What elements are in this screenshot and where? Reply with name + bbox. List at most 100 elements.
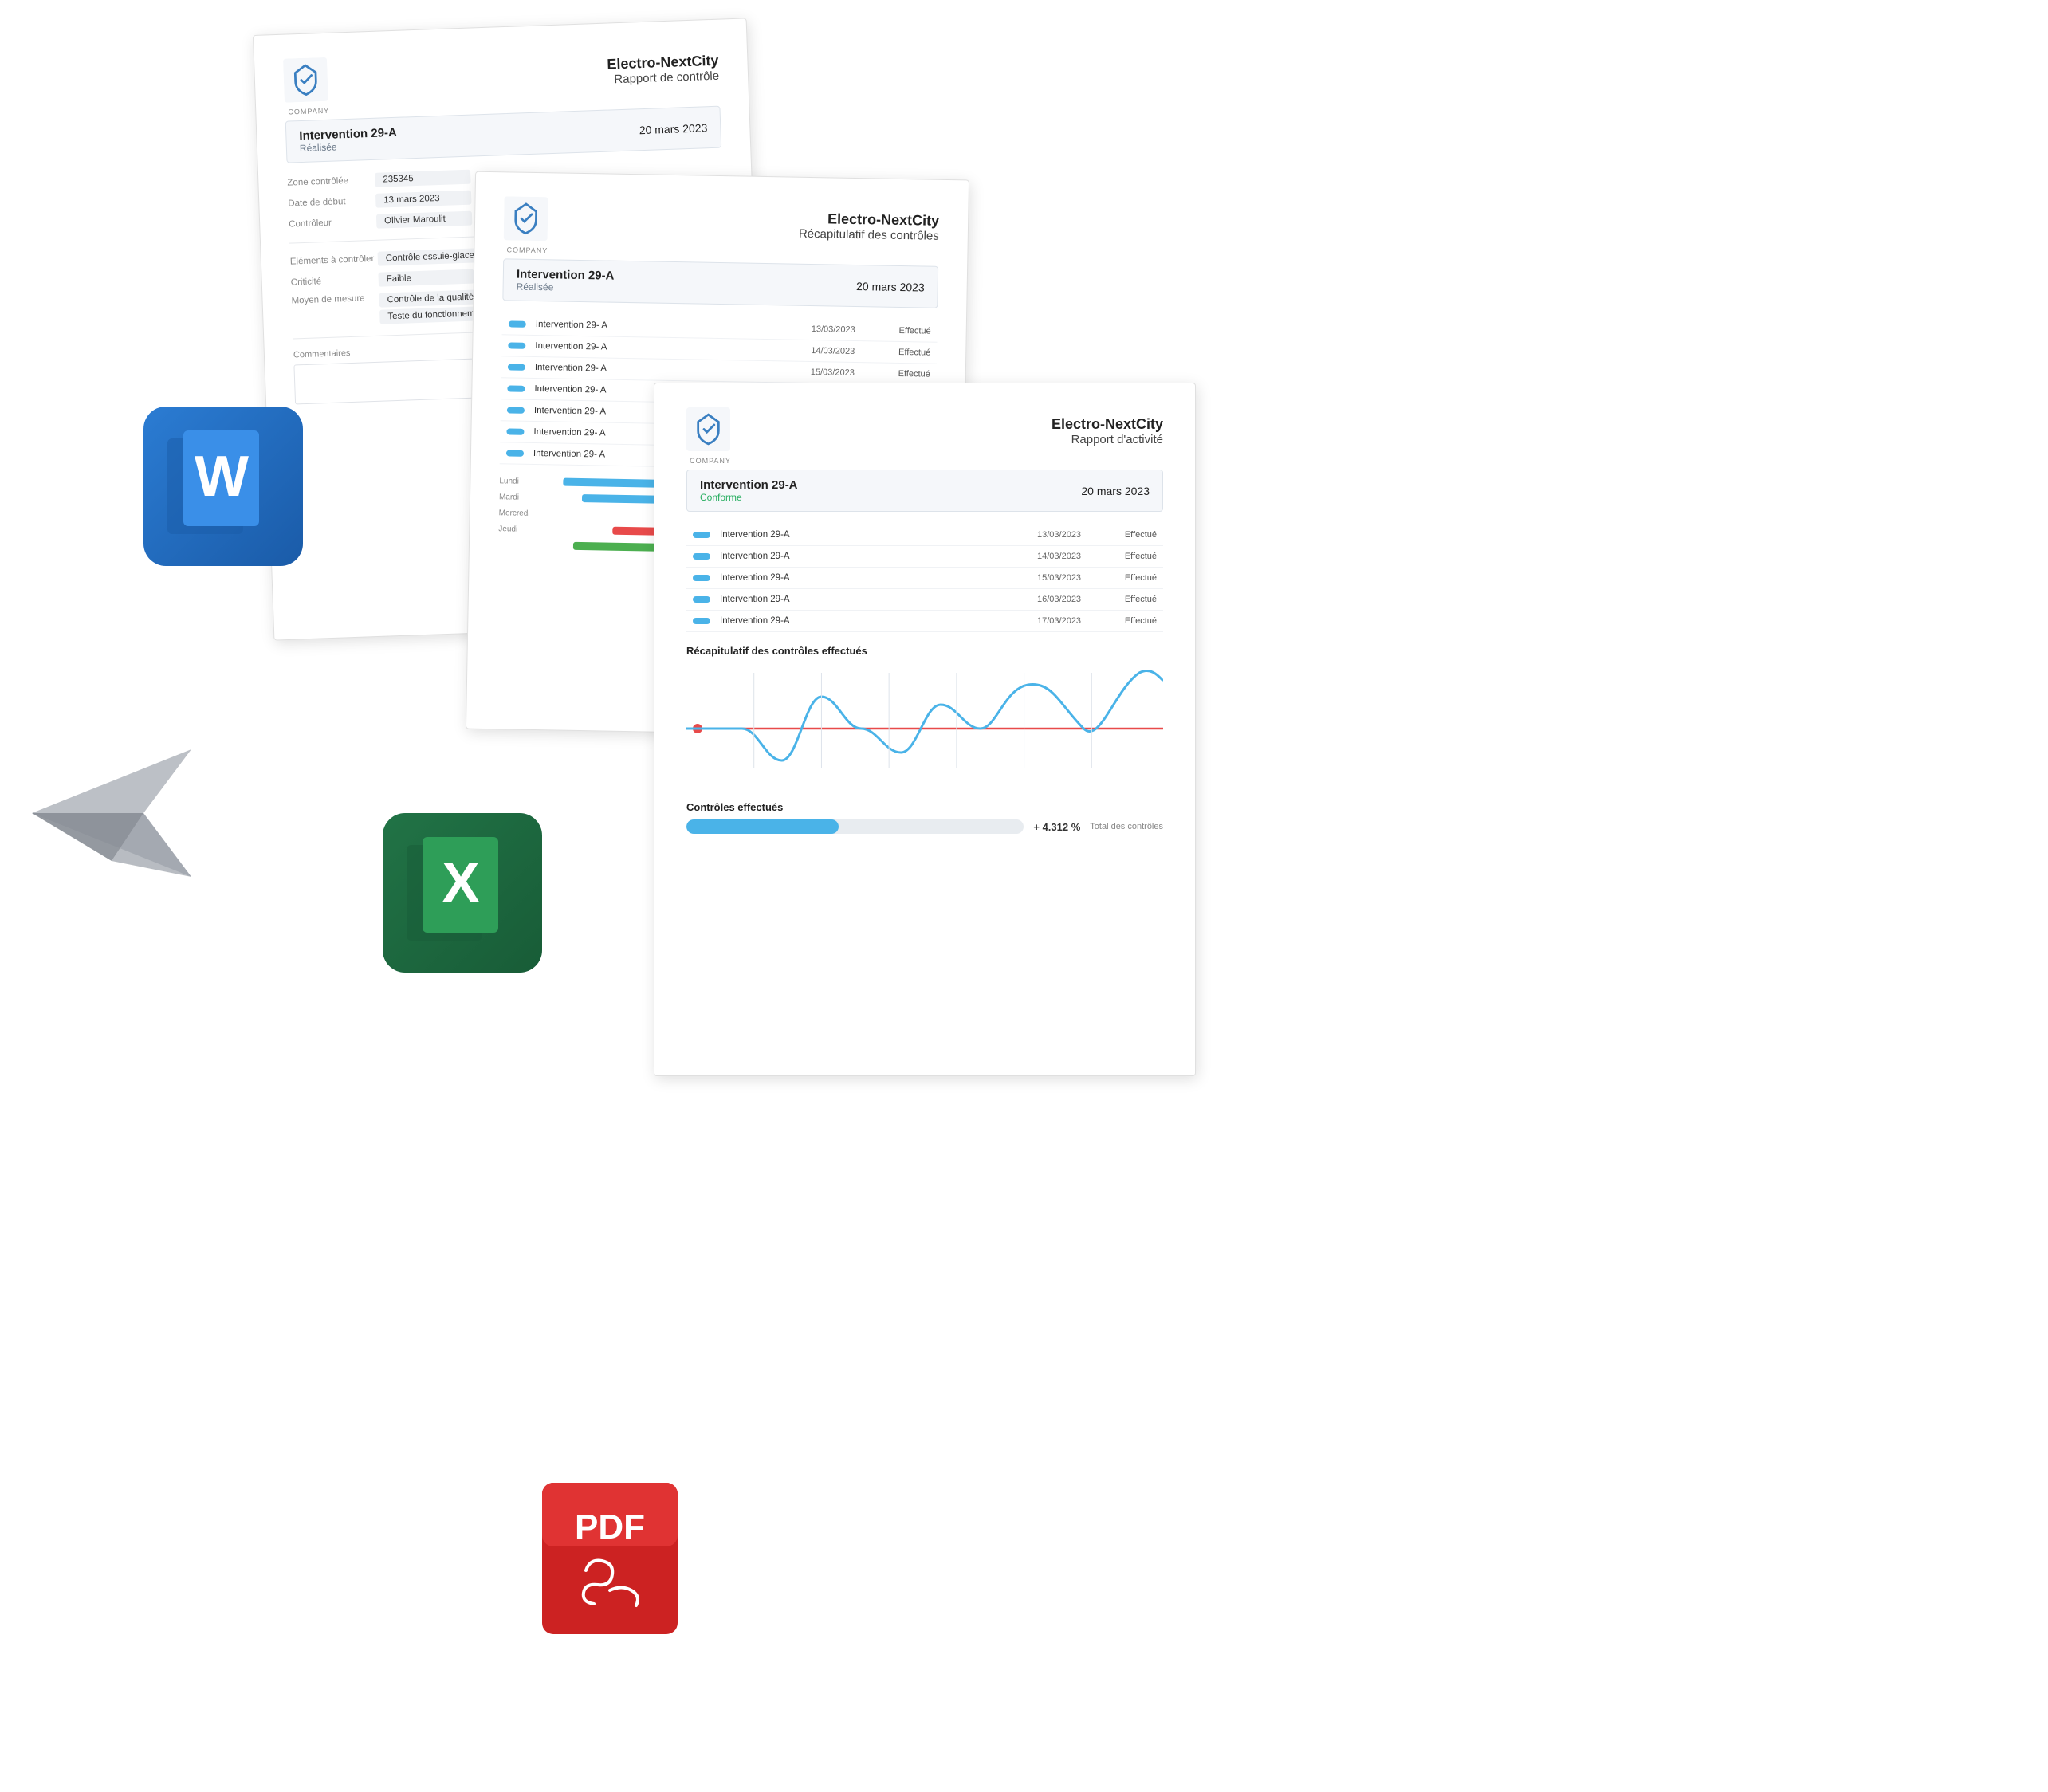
check-date: 17/03/2023 — [1037, 616, 1101, 626]
svg-text:W: W — [195, 445, 249, 509]
check-status: Effectué — [1101, 573, 1157, 583]
field-elements-value: Contrôle essuie-glace — [378, 248, 483, 266]
doc3-controls-bar-fill — [686, 819, 839, 834]
gantt-label: Jeudi — [498, 525, 542, 534]
doc1-logo: COMPANY — [283, 57, 332, 107]
doc1-intervention-info: Intervention 29-A Réalisée — [299, 126, 398, 154]
field-elements-label: Eléments à contrôler — [290, 254, 378, 267]
doc2-status: Réalisée — [517, 281, 615, 294]
field-mesure-label: Moyen de mesure — [291, 293, 379, 306]
check-indicator — [506, 450, 524, 456]
field-zone-value: 235345 — [375, 170, 471, 187]
doc3-subtitle: Rapport d'activité — [749, 433, 1163, 446]
gantt-label: Mardi — [499, 493, 543, 502]
doc-rapport-activite: COMPANY Electro-NextCity Rapport d'activ… — [654, 383, 1196, 1076]
doc3-check-row: Intervention 29-A 14/03/2023 Effectué — [686, 546, 1163, 568]
paper-plane-icon — [16, 733, 207, 897]
field-debut-value: 13 mars 2023 — [375, 191, 472, 208]
doc3-controls-bar-bg — [686, 819, 1024, 834]
doc1-status: Réalisée — [300, 140, 398, 154]
check-indicator — [506, 428, 524, 434]
check-indicator — [507, 407, 525, 413]
svg-text:X: X — [442, 851, 480, 915]
doc3-date: 20 mars 2023 — [1081, 485, 1150, 497]
doc2-title-block: Electro-NextCity Récapitulatif des contr… — [566, 206, 940, 243]
field-criticite-label: Criticité — [291, 275, 379, 288]
gantt-label — [498, 544, 542, 545]
doc3-check-row: Intervention 29-A 17/03/2023 Effectué — [686, 611, 1163, 632]
check-name: Intervention 29- A — [535, 341, 811, 356]
check-name: Intervention 29- A — [535, 363, 811, 377]
check-name: Intervention 29-A — [720, 573, 1037, 583]
doc3-controls-title: Contrôles effectués — [686, 801, 1163, 813]
field-zone-label: Zone contrôlée — [287, 175, 375, 188]
field-debut-label: Date de début — [288, 196, 375, 209]
svg-text:PDF: PDF — [575, 1507, 645, 1546]
doc1-title-block: Electro-NextCity Rapport de contrôle — [345, 53, 719, 96]
excel-app-icon: X — [383, 813, 542, 973]
word-app-icon: W — [143, 407, 303, 566]
check-name: Intervention 29-A — [720, 595, 1037, 604]
doc3-chart-area — [686, 665, 1163, 776]
doc3-controls: Contrôles effectués + 4.312 % Total des … — [686, 801, 1163, 834]
doc3-controls-bar-row: + 4.312 % Total des contrôles — [686, 819, 1163, 834]
field-controleur-label: Contrôleur — [289, 217, 376, 230]
doc3-checks: Intervention 29-A 13/03/2023 Effectué In… — [686, 525, 1163, 632]
check-indicator — [507, 385, 525, 391]
check-name: Intervention 29-A — [720, 552, 1037, 561]
doc3-controls-total: Total des contrôles — [1090, 822, 1163, 831]
doc3-header: COMPANY Electro-NextCity Rapport d'activ… — [686, 407, 1163, 455]
check-date: 14/03/2023 — [811, 346, 875, 356]
check-status: Effectué — [875, 347, 930, 357]
doc2-company-label: COMPANY — [503, 246, 551, 254]
doc3-intervention-title: Intervention 29-A — [700, 478, 798, 492]
doc3-company-name: Electro-NextCity — [749, 416, 1163, 433]
check-name: Intervention 29- A — [536, 320, 812, 334]
check-indicator — [693, 575, 710, 581]
doc2-date: 20 mars 2023 — [856, 280, 925, 293]
doc3-controls-percent: + 4.312 % — [1033, 821, 1080, 833]
check-indicator — [508, 364, 525, 370]
check-date: 13/03/2023 — [812, 324, 875, 335]
doc3-status: Conforme — [700, 492, 798, 503]
field-controleur-value: Olivier Maroulit — [376, 211, 473, 229]
doc1-date: 20 mars 2023 — [639, 121, 707, 136]
check-indicator — [509, 320, 526, 327]
gantt-label: Mercredi — [499, 509, 543, 518]
check-date: 14/03/2023 — [1037, 552, 1101, 561]
doc2-intervention-title: Intervention 29-A — [517, 268, 615, 283]
doc3-logo: COMPANY — [686, 407, 734, 455]
check-indicator — [693, 553, 710, 560]
doc3-intervention-bar: Intervention 29-A Conforme 20 mars 2023 — [686, 470, 1163, 512]
check-status: Effectué — [875, 368, 930, 379]
doc1-company-label: COMPANY — [285, 107, 332, 116]
check-name: Intervention 29-A — [720, 530, 1037, 540]
doc2-logo: COMPANY — [504, 196, 552, 245]
doc2-intervention-bar: Intervention 29-A Réalisée 20 mars 2023 — [502, 258, 938, 308]
doc3-chart: Récapitulatif des contrôles effectués — [686, 645, 1163, 776]
check-date: 13/03/2023 — [1037, 530, 1101, 540]
check-indicator — [693, 596, 710, 603]
check-date: 16/03/2023 — [1037, 595, 1101, 604]
doc3-company-label: COMPANY — [686, 457, 734, 465]
pdf-app-icon: PDF — [542, 1467, 678, 1634]
field-criticite-value: Faible — [378, 269, 474, 287]
doc3-intervention-info: Intervention 29-A Conforme — [700, 478, 798, 503]
check-status: Effectué — [875, 325, 931, 336]
gantt-label: Lundi — [499, 477, 543, 486]
doc1-intervention-bar: Intervention 29-A Réalisée 20 mars 2023 — [285, 106, 722, 163]
check-status: Effectué — [1101, 616, 1157, 626]
check-indicator — [693, 532, 710, 538]
check-date: 15/03/2023 — [811, 367, 875, 378]
check-name: Intervention 29-A — [720, 616, 1037, 626]
doc3-chart-title: Récapitulatif des contrôles effectués — [686, 645, 1163, 657]
check-date: 15/03/2023 — [1037, 573, 1101, 583]
doc3-check-row: Intervention 29-A 13/03/2023 Effectué — [686, 525, 1163, 546]
doc2-header: COMPANY Electro-NextCity Récapitulatif d… — [504, 196, 940, 252]
doc2-intervention-info: Intervention 29-A Réalisée — [517, 268, 615, 294]
doc1-header: COMPANY Electro-NextCity Rapport de cont… — [283, 44, 720, 107]
doc3-check-row: Intervention 29-A 16/03/2023 Effectué — [686, 589, 1163, 611]
check-status: Effectué — [1101, 552, 1157, 561]
check-indicator — [693, 618, 710, 624]
check-status: Effectué — [1101, 530, 1157, 540]
